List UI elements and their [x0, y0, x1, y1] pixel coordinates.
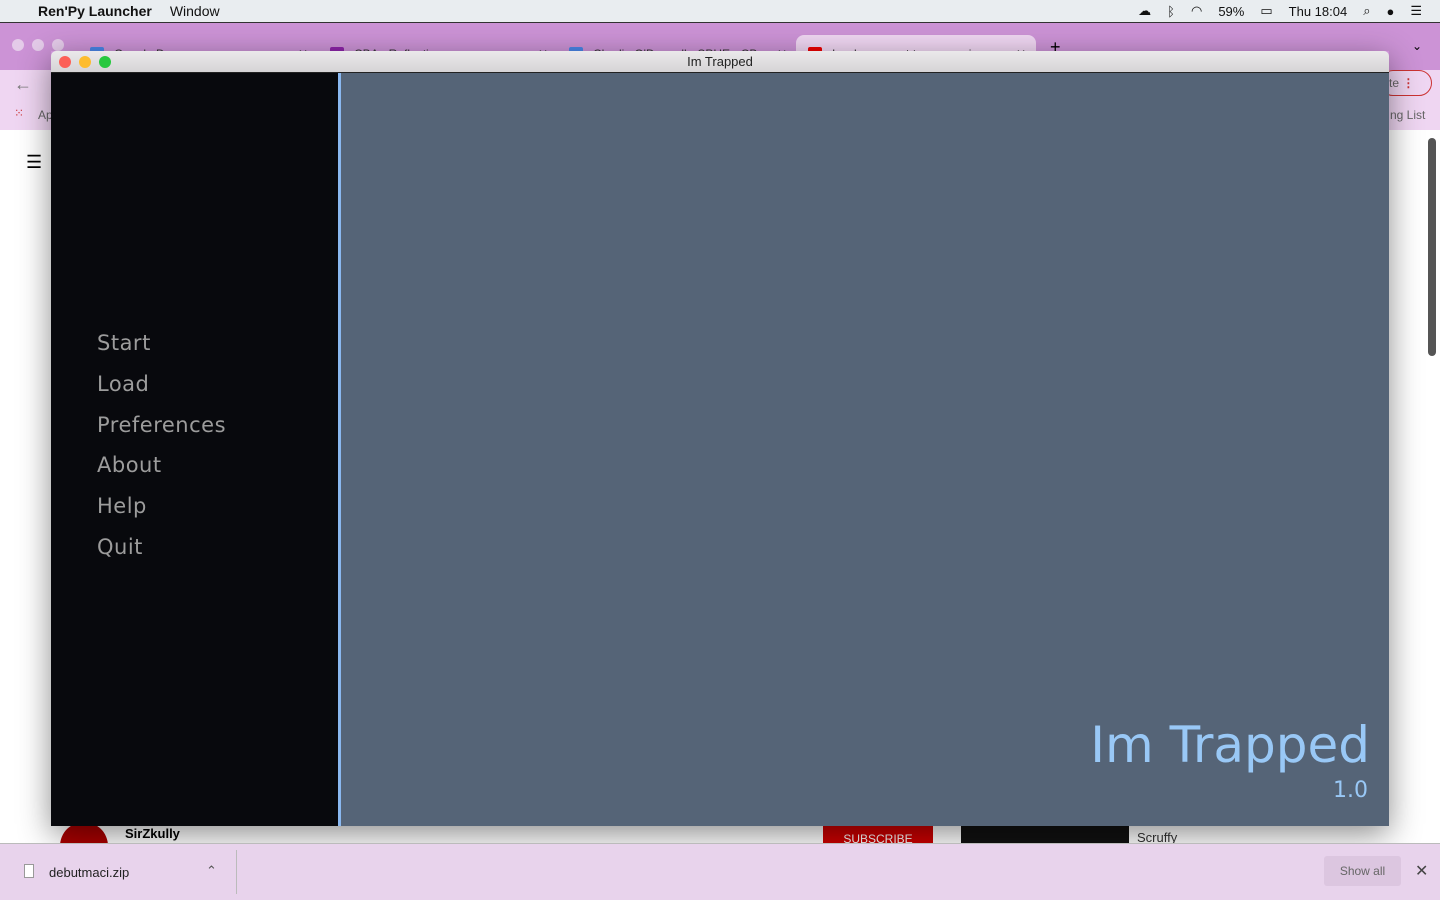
menu-app-name[interactable]: Ren'Py Launcher — [38, 3, 152, 19]
menu-about[interactable]: About — [97, 453, 226, 494]
bluetooth-icon[interactable]: ᛒ — [1167, 4, 1175, 19]
download-filename[interactable]: debutmaci.zip — [49, 865, 129, 880]
window-titlebar[interactable]: Im Trapped — [51, 51, 1389, 73]
game-main-menu: Start Load Preferences About Help Quit I… — [51, 73, 1389, 826]
battery-icon: ▭ — [1260, 3, 1273, 18]
browser-window-controls[interactable] — [12, 39, 64, 51]
game-title: Im Trapped — [1090, 716, 1370, 774]
navigation-panel: Start Load Preferences About Help Quit — [51, 73, 341, 826]
divider — [236, 850, 237, 894]
menu-preferences[interactable]: Preferences — [97, 413, 226, 454]
video-thumbnail[interactable] — [961, 826, 1129, 843]
hamburger-menu-icon[interactable]: ☰ — [26, 152, 42, 173]
file-icon — [24, 864, 34, 878]
page-scrollbar[interactable] — [1428, 138, 1436, 356]
subscribe-label: SUBSCRIBE — [843, 832, 913, 843]
download-bar: debutmaci.zip ⌃ Show all ✕ — [0, 843, 1440, 900]
wifi-icon[interactable]: ◠ — [1191, 3, 1202, 19]
search-icon[interactable]: ⌕ — [1363, 3, 1370, 19]
menu-window[interactable]: Window — [170, 3, 220, 19]
cloud-icon[interactable]: ☁ — [1138, 3, 1151, 19]
menu-help[interactable]: Help — [97, 494, 226, 535]
menu-start[interactable]: Start — [97, 331, 226, 372]
download-options-chevron-icon[interactable]: ⌃ — [206, 863, 217, 879]
reading-list[interactable]: ng List — [1390, 108, 1425, 122]
back-icon[interactable]: ← — [14, 74, 32, 95]
minimize-window-button[interactable] — [79, 56, 91, 68]
notification-center-icon[interactable]: ☰ — [1410, 3, 1422, 19]
menu-quit[interactable]: Quit — [97, 535, 226, 576]
main-menu: Start Load Preferences About Help Quit — [97, 331, 226, 576]
siri-icon[interactable]: ● — [1386, 4, 1394, 19]
apps-icon[interactable]: ⁙ — [14, 106, 24, 120]
clock[interactable]: Thu 18:04 — [1289, 4, 1348, 19]
channel-name[interactable]: SirZkully — [125, 826, 180, 841]
battery-percent[interactable]: 59% — [1218, 4, 1244, 19]
window-title: Im Trapped — [687, 54, 753, 69]
tab-search-chevron-icon[interactable]: ⌄ — [1412, 39, 1422, 53]
menu-load[interactable]: Load — [97, 372, 226, 413]
macos-menubar: Ren'Py Launcher Window ☁ ᛒ ◠ 59% ▭ Thu 1… — [0, 0, 1440, 22]
game-version: 1.0 — [1333, 778, 1368, 803]
close-download-bar-icon[interactable]: ✕ — [1415, 861, 1428, 881]
renpy-window: Im Trapped Start Load Preferences About … — [51, 51, 1389, 826]
update-label: te — [1389, 76, 1400, 90]
zoom-window-button[interactable] — [99, 56, 111, 68]
subscribe-button[interactable]: SUBSCRIBE — [823, 826, 933, 843]
show-all-button[interactable]: Show all — [1324, 856, 1401, 886]
close-window-button[interactable] — [59, 56, 71, 68]
